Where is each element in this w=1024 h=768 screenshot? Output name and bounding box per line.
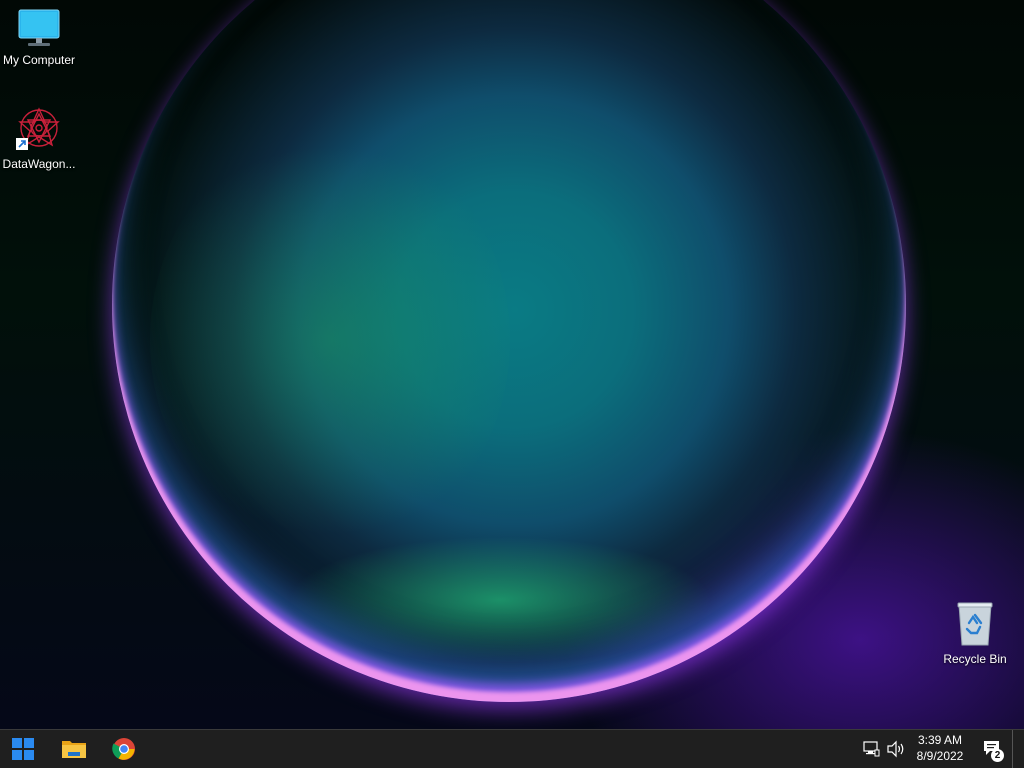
datawagon-shortcut-icon <box>16 107 60 150</box>
clock-date: 8/9/2022 <box>916 749 964 763</box>
windows-start-icon <box>12 738 34 760</box>
desktop-icon-my-computer[interactable]: My Computer <box>0 8 78 67</box>
show-desktop-button[interactable] <box>1012 730 1024 768</box>
taskbar-file-explorer[interactable] <box>51 730 97 768</box>
recycle-bin-icon <box>957 602 993 646</box>
desktop-icon-label: My Computer <box>2 53 76 67</box>
desktop-icon-datawagon[interactable]: DataWagon... <box>0 106 78 171</box>
network-tray-button[interactable] <box>862 730 880 768</box>
desktop-icon-label: DataWagon... <box>2 157 76 171</box>
volume-icon <box>887 740 904 758</box>
desktop-icon-recycle-bin[interactable]: Recycle Bin <box>936 601 1014 666</box>
desktop: My Computer DataWagon... Recycle Bin <box>0 0 1024 729</box>
wallpaper-glow <box>150 130 510 550</box>
desktop-icon-label: Recycle Bin <box>943 652 1007 666</box>
volume-tray-button[interactable] <box>886 730 906 768</box>
taskbar-clock[interactable]: 3:39 AM 8/9/2022 <box>910 732 970 764</box>
notification-center-button[interactable]: 2 <box>980 736 1008 764</box>
wallpaper-bloom-rim <box>112 0 906 702</box>
taskbar: 3:39 AM 8/9/2022 2 <box>0 729 1024 768</box>
notification-count-badge: 2 <box>991 749 1004 762</box>
file-explorer-icon <box>62 741 86 758</box>
taskbar-chrome[interactable] <box>101 730 147 768</box>
start-button[interactable] <box>0 730 46 768</box>
chrome-icon <box>112 738 135 760</box>
network-icon <box>863 741 880 757</box>
computer-monitor-icon <box>18 9 60 46</box>
clock-time: 3:39 AM <box>917 733 963 747</box>
